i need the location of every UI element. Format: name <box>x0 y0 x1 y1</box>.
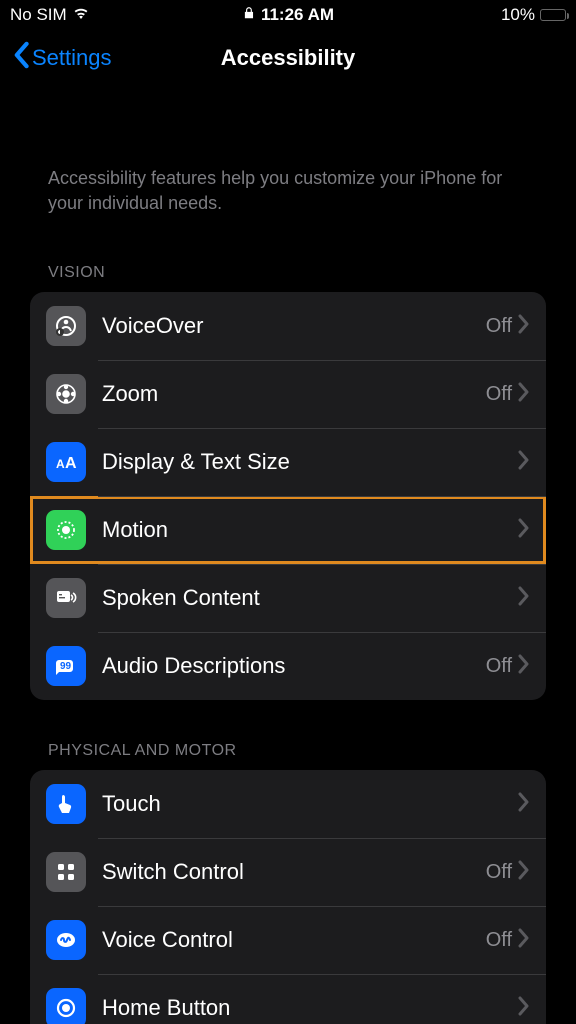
audio-descriptions-icon: 99 <box>46 646 86 686</box>
row-zoom[interactable]: Zoom Off <box>30 360 546 428</box>
row-label: Audio Descriptions <box>86 653 486 679</box>
home-button-icon <box>46 988 86 1024</box>
row-display-text-size[interactable]: AA Display & Text Size <box>30 428 546 496</box>
motion-icon <box>46 510 86 550</box>
lock-icon <box>242 5 256 25</box>
svg-text:A: A <box>65 455 77 472</box>
row-label: Home Button <box>86 995 512 1021</box>
row-label: Touch <box>86 791 512 817</box>
chevron-right-icon <box>518 792 530 817</box>
wifi-icon <box>72 4 90 27</box>
clock-text: 11:26 AM <box>261 5 334 25</box>
chevron-right-icon <box>518 928 530 953</box>
row-audio-descriptions[interactable]: 99 Audio Descriptions Off <box>30 632 546 700</box>
row-label: Zoom <box>86 381 486 407</box>
zoom-icon <box>46 374 86 414</box>
touch-icon <box>46 784 86 824</box>
back-label: Settings <box>32 45 112 71</box>
chevron-left-icon <box>12 41 30 75</box>
row-value: Off <box>486 315 518 338</box>
battery-pct: 10% <box>501 5 535 25</box>
row-voice-control[interactable]: Voice Control Off <box>30 906 546 974</box>
row-switch-control[interactable]: Switch Control Off <box>30 838 546 906</box>
nav-bar: Settings Accessibility <box>0 30 576 86</box>
section-header-vision: VISION <box>0 246 576 292</box>
chevron-right-icon <box>518 586 530 611</box>
section-header-physical: PHYSICAL AND MOTOR <box>0 700 576 770</box>
row-label: Voice Control <box>86 927 486 953</box>
chevron-right-icon <box>518 518 530 543</box>
row-touch[interactable]: Touch <box>30 770 546 838</box>
chevron-right-icon <box>518 314 530 339</box>
chevron-right-icon <box>518 382 530 407</box>
voice-control-icon <box>46 920 86 960</box>
back-button[interactable]: Settings <box>12 41 112 75</box>
svg-text:A: A <box>56 457 65 471</box>
chevron-right-icon <box>518 654 530 679</box>
status-bar: No SIM 11:26 AM 10% <box>0 0 576 30</box>
vision-group: VoiceOver Off Zoom Off AA Display & Text… <box>30 292 546 700</box>
row-spoken-content[interactable]: Spoken Content <box>30 564 546 632</box>
svg-text:99: 99 <box>60 661 72 672</box>
chevron-right-icon <box>518 996 530 1021</box>
row-label: Display & Text Size <box>86 449 512 475</box>
row-motion[interactable]: Motion <box>30 496 546 564</box>
chevron-right-icon <box>518 860 530 885</box>
physical-group: Touch Switch Control Off Voice Control O… <box>30 770 546 1024</box>
row-value: Off <box>486 929 518 952</box>
row-voiceover[interactable]: VoiceOver Off <box>30 292 546 360</box>
voiceover-icon <box>46 306 86 346</box>
row-label: Switch Control <box>86 859 486 885</box>
row-value: Off <box>486 655 518 678</box>
switch-control-icon <box>46 852 86 892</box>
row-value: Off <box>486 861 518 884</box>
row-label: Spoken Content <box>86 585 512 611</box>
carrier-text: No SIM <box>10 5 67 25</box>
text-size-icon: AA <box>46 442 86 482</box>
intro-text: Accessibility features help you customiz… <box>0 86 576 246</box>
row-home-button[interactable]: Home Button <box>30 974 546 1024</box>
row-label: Motion <box>86 517 512 543</box>
spoken-content-icon <box>46 578 86 618</box>
chevron-right-icon <box>518 450 530 475</box>
battery-icon <box>540 9 566 21</box>
row-label: VoiceOver <box>86 313 486 339</box>
row-value: Off <box>486 383 518 406</box>
